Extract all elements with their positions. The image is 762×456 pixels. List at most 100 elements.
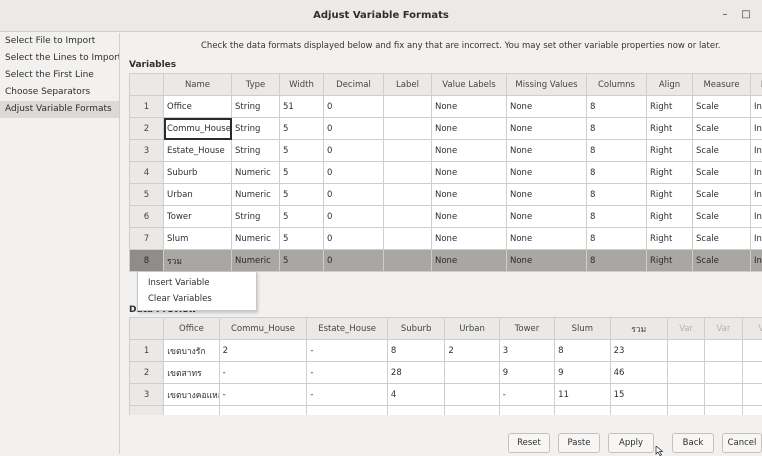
table-cell[interactable]: None (507, 162, 587, 184)
table-cell[interactable]: 5 (280, 140, 324, 162)
column-header[interactable]: Measure (693, 74, 751, 96)
table-cell[interactable]: Scale (693, 118, 751, 140)
table-cell[interactable] (384, 96, 432, 118)
table-cell[interactable] (742, 406, 762, 416)
table-cell[interactable]: None (432, 228, 507, 250)
table-cell[interactable]: Input (751, 118, 762, 140)
table-cell[interactable]: Input (751, 228, 762, 250)
table-cell[interactable] (384, 118, 432, 140)
table-cell[interactable]: 8 (555, 340, 610, 362)
table-cell[interactable]: Numeric (232, 162, 280, 184)
column-header[interactable]: Tower (499, 318, 554, 340)
table-cell[interactable]: 2 (219, 340, 307, 362)
table-cell[interactable] (555, 406, 610, 416)
variables-table[interactable]: NameTypeWidthDecimalLabelValue LabelsMis… (129, 73, 762, 272)
column-header[interactable]: Slum (555, 318, 610, 340)
row-number-cell[interactable]: 2 (130, 362, 164, 384)
table-cell[interactable] (667, 340, 704, 362)
table-cell[interactable] (667, 362, 704, 384)
table-cell[interactable]: Right (647, 250, 693, 272)
table-cell[interactable] (384, 228, 432, 250)
table-row[interactable]: 3เขตบางคอแหลม--4-1115 (130, 384, 762, 406)
step-choose-separators[interactable]: Choose Separators (0, 84, 119, 101)
table-cell[interactable]: None (507, 184, 587, 206)
table-cell[interactable]: Numeric (232, 250, 280, 272)
table-cell[interactable]: Commu_House (164, 118, 232, 140)
table-row[interactable]: 2เขตสาทร--289946 (130, 362, 762, 384)
table-row[interactable]: 1เขตบางรัก2-823823 (130, 340, 762, 362)
table-cell[interactable]: 8 (587, 162, 647, 184)
table-cell[interactable]: Right (647, 206, 693, 228)
table-row[interactable]: 5UrbanNumeric50NoneNone8RightScaleInput (130, 184, 762, 206)
table-cell[interactable]: None (432, 250, 507, 272)
table-cell[interactable]: Scale (693, 184, 751, 206)
table-cell[interactable]: Input (751, 140, 762, 162)
table-cell[interactable] (384, 250, 432, 272)
table-cell[interactable] (387, 406, 444, 416)
column-header[interactable]: Commu_House (219, 318, 307, 340)
step-select-file[interactable]: Select File to Import (0, 33, 119, 50)
table-cell[interactable] (384, 184, 432, 206)
table-cell[interactable]: 0 (324, 96, 384, 118)
column-header[interactable]: Urban (445, 318, 499, 340)
row-number-cell[interactable]: 7 (130, 228, 164, 250)
table-cell[interactable]: 0 (324, 140, 384, 162)
table-cell[interactable]: None (507, 228, 587, 250)
row-number-cell[interactable]: 2 (130, 118, 164, 140)
column-header[interactable]: Align (647, 74, 693, 96)
table-cell[interactable] (742, 384, 762, 406)
table-cell[interactable]: String (232, 118, 280, 140)
table-cell[interactable]: None (507, 96, 587, 118)
table-cell[interactable]: String (232, 140, 280, 162)
table-cell[interactable] (742, 340, 762, 362)
minimize-icon[interactable]: – (718, 8, 732, 22)
preview-grid-viewport[interactable]: OfficeCommu_HouseEstate_HouseSuburbUrban… (129, 317, 762, 415)
table-cell[interactable]: 5 (280, 228, 324, 250)
row-number-cell[interactable]: 8 (130, 250, 164, 272)
table-cell[interactable]: - (307, 362, 388, 384)
table-row[interactable]: 1OfficeString510NoneNone8RightScaleInput (130, 96, 762, 118)
table-cell[interactable] (219, 406, 307, 416)
table-cell[interactable]: Right (647, 118, 693, 140)
table-cell[interactable]: None (432, 184, 507, 206)
table-cell[interactable]: 0 (324, 228, 384, 250)
table-cell[interactable]: String (232, 96, 280, 118)
table-cell[interactable]: 0 (324, 206, 384, 228)
table-cell[interactable]: Estate_House (164, 140, 232, 162)
table-row[interactable]: 6TowerString50NoneNone8RightScaleInput (130, 206, 762, 228)
table-cell[interactable]: Input (751, 250, 762, 272)
table-cell[interactable]: None (507, 118, 587, 140)
table-cell[interactable]: 8 (587, 140, 647, 162)
table-cell[interactable]: String (232, 206, 280, 228)
table-cell[interactable]: 5 (280, 206, 324, 228)
table-cell[interactable]: Scale (693, 206, 751, 228)
table-cell[interactable]: 8 (587, 250, 647, 272)
table-cell[interactable]: Right (647, 228, 693, 250)
table-cell[interactable] (705, 384, 742, 406)
back-button[interactable]: Back (672, 433, 714, 453)
table-cell[interactable]: Scale (693, 96, 751, 118)
column-header[interactable]: Columns (587, 74, 647, 96)
cancel-button[interactable]: Cancel (722, 433, 762, 453)
table-cell[interactable] (705, 362, 742, 384)
table-cell[interactable]: None (432, 96, 507, 118)
row-number-header[interactable] (130, 74, 164, 96)
table-cell[interactable] (164, 406, 219, 416)
table-cell[interactable]: Urban (164, 184, 232, 206)
table-row[interactable]: 3Estate_HouseString50NoneNone8RightScale… (130, 140, 762, 162)
table-cell[interactable]: รวม (164, 250, 232, 272)
clear-variables-menu-item[interactable]: Clear Variables (138, 291, 256, 307)
table-cell[interactable] (307, 406, 388, 416)
table-cell[interactable]: 5 (280, 162, 324, 184)
table-row[interactable]: 4SuburbNumeric50NoneNone8RightScaleInput (130, 162, 762, 184)
table-cell[interactable]: 15 (610, 384, 667, 406)
table-cell[interactable]: 46 (610, 362, 667, 384)
table-cell[interactable]: 5 (280, 184, 324, 206)
table-cell[interactable]: 5 (280, 250, 324, 272)
table-cell[interactable]: Slum (164, 228, 232, 250)
table-cell[interactable]: Scale (693, 162, 751, 184)
table-row[interactable]: 2Commu_HouseString50NoneNone8RightScaleI… (130, 118, 762, 140)
row-number-header[interactable] (130, 318, 164, 340)
table-cell[interactable]: Scale (693, 250, 751, 272)
paste-button[interactable]: Paste (558, 433, 600, 453)
